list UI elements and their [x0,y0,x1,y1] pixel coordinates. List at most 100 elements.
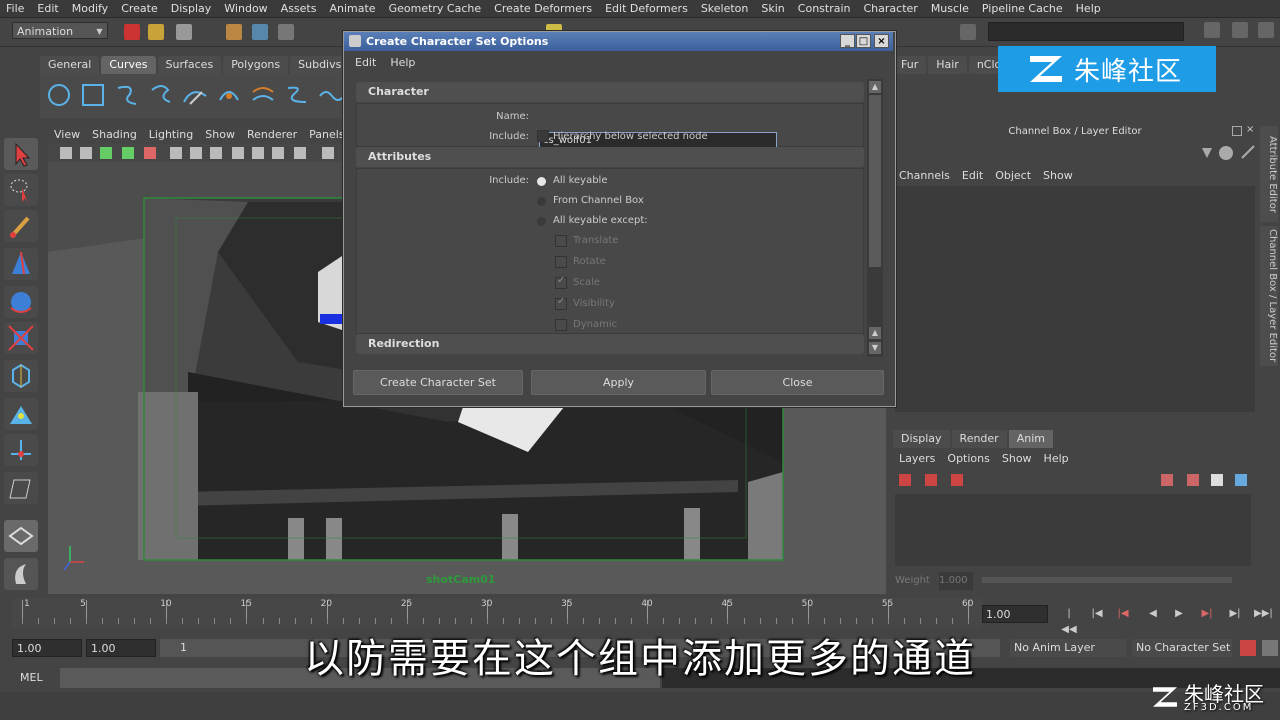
section-redirection-header[interactable]: Redirection [356,334,864,354]
close-button[interactable]: Close [711,370,884,395]
viewport-menu-lighting[interactable]: Lighting [143,128,199,141]
scale-tool-icon[interactable] [4,322,38,354]
close-panel-icon[interactable]: × [1246,124,1254,135]
manipulator-tool-icon[interactable] [4,360,38,392]
channel-box-menu-show[interactable]: Show [1037,169,1079,182]
channel-box-menu-object[interactable]: Object [989,169,1037,182]
tab-channel-box-layer-editor[interactable]: Channel Box / Layer Editor [1260,226,1278,366]
new-scene-icon[interactable] [124,24,140,40]
layer-tab-anim[interactable]: Anim [1008,430,1053,448]
time-slider[interactable] [12,598,982,628]
layer-menu-layers[interactable]: Layers [893,452,941,465]
scroll-thumb[interactable] [869,95,881,267]
channel-box-list[interactable] [895,186,1255,412]
dynamic-checkbox[interactable] [555,319,567,331]
move-tool-icon[interactable] [4,248,38,280]
shelf-tab-surfaces[interactable]: Surfaces [157,56,222,74]
channel-box-mode-icons[interactable] [1198,144,1258,162]
channel-box-menu-channels[interactable]: Channels [893,169,956,182]
menu-geometry-cache[interactable]: Geometry Cache [383,2,489,15]
render-settings-icon[interactable] [960,24,976,40]
play-forward-icon[interactable]: ▶ [1170,606,1188,622]
layer-menu-show[interactable]: Show [996,452,1038,465]
dialog-titlebar[interactable]: Create Character Set Options _ □ × [344,32,893,51]
dialog-menu-help[interactable]: Help [383,56,422,69]
paint-select-icon[interactable] [4,210,38,242]
maximize-icon[interactable]: □ [856,34,871,48]
step-back-key-icon[interactable]: |◀ [1088,606,1106,622]
outliner-layout-icon[interactable] [4,558,38,590]
minimize-icon[interactable]: _ [840,34,855,48]
weight-slider[interactable] [982,577,1233,583]
cv-curve-icon[interactable] [114,82,140,108]
pencil-curve-icon[interactable] [182,82,208,108]
menu-display[interactable]: Display [165,2,219,15]
select-object-icon[interactable] [252,24,268,40]
shelf-tab-general[interactable]: General [40,56,100,74]
translate-checkbox[interactable] [555,235,567,247]
soft-mod-icon[interactable] [4,398,38,430]
section-character-header[interactable]: Character [356,82,864,102]
create-character-set-button[interactable]: Create Character Set [353,370,523,395]
go-to-start-icon[interactable]: |◀◀ [1060,606,1078,635]
dialog-menu-edit[interactable]: Edit [348,56,383,69]
lasso-tool-icon[interactable] [4,174,38,206]
menu-character[interactable]: Character [858,2,925,15]
select-hierarchy-icon[interactable] [226,24,242,40]
panel-toggle-icon[interactable] [1232,22,1248,38]
ep-curve-icon[interactable] [148,82,174,108]
float-panel-icon[interactable] [1232,126,1242,136]
layer-list[interactable] [895,494,1251,566]
apply-button[interactable]: Apply [531,370,706,395]
shelf-tab-polygons[interactable]: Polygons [223,56,289,74]
menu-file[interactable]: File [0,2,31,15]
radio-from-channel-box[interactable] [537,197,546,206]
play-backward-icon[interactable]: ◀ [1144,606,1162,622]
viewport-toolbar-icons[interactable] [48,144,348,162]
last-tool-icon[interactable] [4,472,38,504]
rotate-checkbox[interactable] [555,256,567,268]
menu-window[interactable]: Window [218,2,274,15]
step-back-frame-icon[interactable]: |◀ [1114,606,1132,622]
layer-menu-options[interactable]: Options [941,452,995,465]
viewport-menu-view[interactable]: View [48,128,86,141]
rotate-tool-icon[interactable] [4,286,38,318]
shelf-tab-fur[interactable]: Fur [893,56,927,74]
menu-modify[interactable]: Modify [66,2,115,15]
current-time-field[interactable]: 1.00 [982,605,1048,623]
weight-value[interactable]: 1.000 [939,572,974,590]
layer-menu-help[interactable]: Help [1038,452,1075,465]
layer-editor-toolbar[interactable] [895,470,1251,490]
menu-skin[interactable]: Skin [755,2,791,15]
channel-box-menu-edit[interactable]: Edit [956,169,989,182]
hierarchy-checkbox[interactable] [537,130,549,142]
menu-help[interactable]: Help [1070,2,1108,15]
section-attributes-header[interactable]: Attributes [356,147,864,167]
layout-toggle-icon[interactable] [1204,22,1220,38]
viewport-menu-shading[interactable]: Shading [86,128,143,141]
planar-icon[interactable] [318,82,344,108]
shelf-tab-subdivs[interactable]: Subdivs [290,56,350,74]
select-tool-icon[interactable] [4,138,38,170]
single-pane-layout-icon[interactable] [4,520,38,552]
revolve-icon[interactable] [250,82,276,108]
circle-icon[interactable] [46,82,72,108]
scroll-up-small-icon[interactable]: ▲ [869,327,881,339]
go-to-end-icon[interactable]: ▶▶| [1254,606,1273,622]
radio-all-keyable[interactable] [537,177,546,186]
mode-selector[interactable]: Animation ▼ [12,22,108,39]
channel-toggle-icon[interactable] [1258,22,1274,38]
step-forward-frame-icon[interactable]: ▶| [1198,606,1216,622]
arc-tool-icon[interactable] [216,82,242,108]
square-icon[interactable] [80,82,106,108]
dialog-scrollbar[interactable]: ▲ ▲ ▼ [867,79,883,357]
step-forward-key-icon[interactable]: ▶| [1226,606,1244,622]
shelf-tab-hair[interactable]: Hair [928,56,967,74]
menu-edit-deformers[interactable]: Edit Deformers [599,2,695,15]
menu-create[interactable]: Create [115,2,165,15]
viewport-menu-show[interactable]: Show [199,128,241,141]
radio-all-keyable-except[interactable] [537,217,546,226]
tab-attribute-editor[interactable]: Attribute Editor [1260,126,1278,222]
save-scene-icon[interactable] [176,24,192,40]
menu-assets[interactable]: Assets [275,2,324,15]
